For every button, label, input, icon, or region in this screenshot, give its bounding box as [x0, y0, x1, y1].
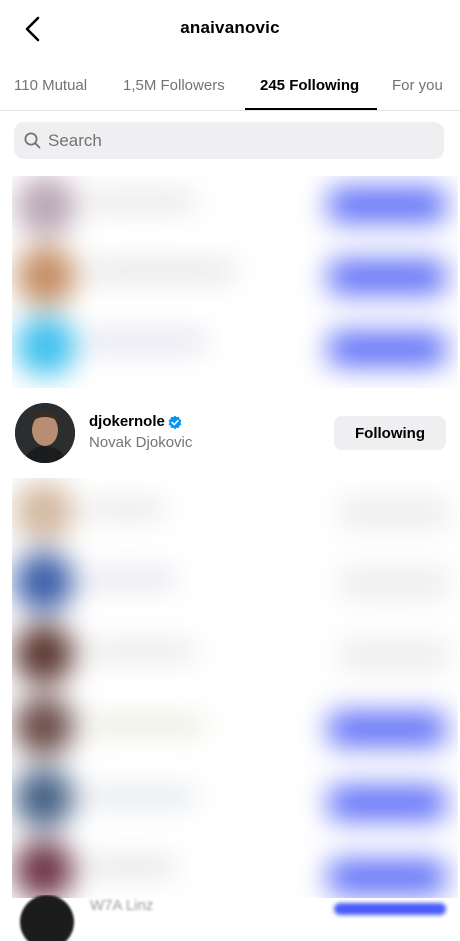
tab-for-you[interactable]: For you: [392, 77, 443, 94]
header: anaivanovic: [0, 0, 460, 58]
tab-following[interactable]: 245 Following: [260, 77, 359, 94]
partial-name: W7A Linz: [90, 897, 154, 914]
verified-badge-icon: [168, 415, 182, 430]
tab-mutual[interactable]: 110 Mutual: [14, 77, 87, 94]
avatar: [20, 895, 74, 941]
avatar[interactable]: [15, 403, 75, 463]
blurred-list-top: [12, 176, 458, 388]
active-tab-indicator: [245, 108, 377, 110]
tab-bar: 110 Mutual 1,5M Followers 245 Following …: [0, 66, 460, 111]
following-row[interactable]: djokernole Novak Djokovic Following: [0, 403, 460, 475]
blurred-list-bottom: [12, 478, 458, 898]
profile-title: anaivanovic: [180, 18, 280, 37]
search-bar[interactable]: [14, 122, 444, 159]
following-button[interactable]: Following: [334, 416, 446, 450]
partial-row: W7A Linz: [0, 895, 460, 941]
username[interactable]: djokernole: [89, 413, 165, 430]
profile-photo-icon: [15, 403, 75, 463]
search-icon: [24, 132, 41, 149]
follow-button-partial: [334, 903, 446, 915]
search-input[interactable]: [48, 122, 428, 159]
tab-followers[interactable]: 1,5M Followers: [123, 77, 225, 94]
full-name: Novak Djokovic: [89, 434, 193, 451]
